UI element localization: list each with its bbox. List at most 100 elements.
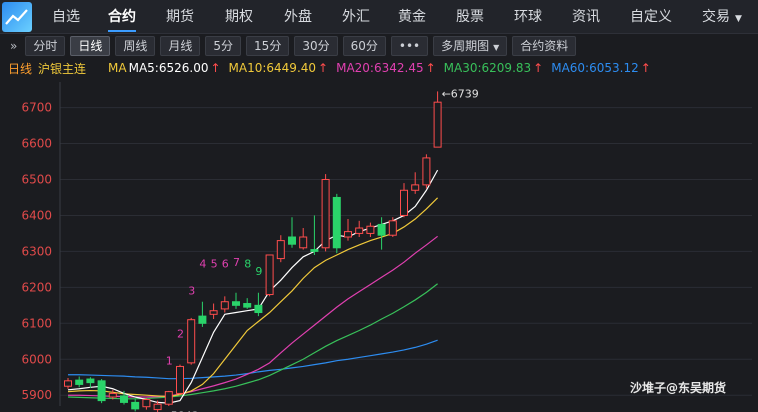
legend-period: 日线: [8, 61, 33, 76]
y-tick-label: 6400: [21, 208, 52, 222]
nav-item-trade[interactable]: 交易 ▼: [702, 0, 742, 34]
chart-legend: 日线 沪银主连 MA MA5:6526.00 ↑ MA10:6449.40 ↑ MA…: [0, 59, 758, 77]
nav-item-7[interactable]: 黄金: [398, 0, 426, 34]
y-tick-label: 6600: [21, 137, 52, 151]
nav-item-9[interactable]: 环球: [514, 0, 542, 34]
high-price-marker: ←6739: [442, 88, 479, 101]
caret-down-icon: ▼: [735, 13, 742, 24]
y-tick-label: 6000: [21, 352, 52, 366]
candle-up: [299, 236, 308, 249]
period-button[interactable]: 日线: [70, 36, 111, 56]
up-arrow-icon: ↑: [210, 61, 221, 75]
wave-annotation: 4: [199, 258, 206, 271]
multi-period-button[interactable]: 多周期图 ▼: [433, 36, 508, 56]
nav-item-11[interactable]: 自定义: [630, 0, 672, 34]
wave-annotation: 3: [188, 285, 195, 298]
nav-item-10[interactable]: 资讯: [572, 0, 600, 34]
more-button[interactable]: •••: [390, 36, 429, 56]
y-tick-label: 5900: [21, 388, 52, 402]
period-toolbar: » 分时 日线 周线 月线 5分 15分 30分 60分 ••• 多周期图 ▼ 合约资料: [0, 34, 758, 58]
wave-annotation: 8: [244, 258, 251, 271]
candle-down: [75, 379, 84, 385]
nav-item-5[interactable]: 外盘: [284, 0, 312, 34]
candle-up: [220, 301, 229, 310]
period-button[interactable]: 60分: [342, 36, 386, 56]
nav-item-6[interactable]: 外汇: [342, 0, 370, 34]
nav-item-1[interactable]: 自选: [52, 0, 80, 34]
candle-down: [243, 303, 252, 308]
candle-down: [131, 401, 140, 410]
candle-down: [232, 301, 240, 306]
candle-up: [64, 380, 72, 387]
candle-up: [176, 365, 184, 394]
app-logo-icon[interactable]: [2, 1, 32, 32]
candle-down: [332, 196, 341, 249]
candle-down: [288, 236, 296, 245]
period-button[interactable]: 分时: [25, 36, 66, 56]
wave-annotation: 9: [255, 265, 262, 278]
candle-up: [142, 399, 151, 408]
candle-up: [265, 254, 274, 296]
period-button[interactable]: 30分: [294, 36, 338, 56]
candle-down: [377, 223, 386, 236]
candle-up: [209, 310, 218, 315]
candle-down: [97, 380, 106, 402]
collapse-chevron-icon[interactable]: »: [10, 39, 17, 53]
wave-annotation: 5: [211, 258, 218, 271]
candle-up: [355, 227, 364, 234]
legend-ma30: MA30:6209.83 ↑: [443, 61, 544, 75]
contract-info-button[interactable]: 合约资料: [512, 36, 577, 56]
nav-item-2[interactable]: 合约: [108, 0, 136, 34]
candle-down: [198, 315, 207, 324]
candle-up: [108, 392, 117, 398]
candle-up: [344, 231, 352, 238]
candle-up: [366, 225, 375, 234]
legend-contract: 沪银主连: [38, 61, 87, 76]
watermark-text: 沙堆子@东吴期货: [630, 380, 726, 395]
period-button[interactable]: 月线: [160, 36, 201, 56]
nav-item-8[interactable]: 股票: [456, 0, 484, 34]
legend-ma20: MA20:6342.45 ↑: [336, 61, 436, 75]
period-buttons: 分时 日线 周线 月线 5分 15分 30分 60分 •••: [25, 36, 433, 56]
ma30-line: [67, 283, 438, 400]
candlestick-chart[interactable]: 5900 6000 6100 6200 6300 6400 6500 6600 6700 1 2 3 4…: [0, 80, 758, 412]
period-button[interactable]: 周线: [115, 36, 156, 56]
chevron-down-icon: ▼: [493, 43, 500, 52]
legend-ma60: MA60:6053.12 ↑: [551, 61, 651, 75]
candle-down: [120, 395, 128, 403]
candle-up: [164, 391, 173, 405]
legend-ma10: MA10:6449.40 ↑: [228, 61, 329, 75]
legend-ma-label: MA: [108, 61, 127, 75]
y-tick-label: 6300: [21, 244, 52, 258]
candle-down: [310, 249, 319, 252]
candle-up: [321, 178, 330, 249]
y-tick-label: 6700: [21, 101, 52, 115]
up-arrow-icon: ↑: [318, 61, 329, 75]
top-nav-bar: 自选 合约 期货 期权 外盘 外汇 黄金 股票 环球 资讯 自定义 交易 ▼: [0, 0, 758, 34]
candle-up: [400, 189, 408, 216]
up-arrow-icon: ↑: [640, 61, 651, 75]
ma5-line: [67, 169, 439, 404]
period-button[interactable]: 5分: [205, 36, 242, 56]
candle-down: [254, 304, 263, 314]
candle-up: [153, 403, 162, 411]
candle-up: [433, 101, 442, 148]
nav-item-3[interactable]: 期货: [166, 0, 194, 34]
period-button[interactable]: 15分: [246, 36, 290, 56]
wave-annotation: 7: [233, 256, 240, 269]
up-arrow-icon: ↑: [533, 61, 544, 75]
wave-annotation: 2: [177, 328, 184, 341]
y-tick-label: 6100: [21, 316, 52, 330]
candle-up: [422, 157, 431, 186]
legend-ma5: MA5:6526.00 ↑: [128, 61, 221, 75]
y-tick-label: 6200: [21, 280, 52, 294]
up-arrow-icon: ↑: [425, 61, 436, 75]
wave-annotation: 6: [222, 258, 229, 271]
nav-item-4[interactable]: 期权: [225, 0, 253, 34]
candle-up: [411, 184, 420, 191]
candle-down: [86, 378, 95, 384]
candle-up: [276, 240, 285, 260]
candle-up: [187, 319, 196, 364]
nav-trade-label: 交易: [702, 8, 730, 25]
wave-annotation: 1: [166, 355, 173, 368]
